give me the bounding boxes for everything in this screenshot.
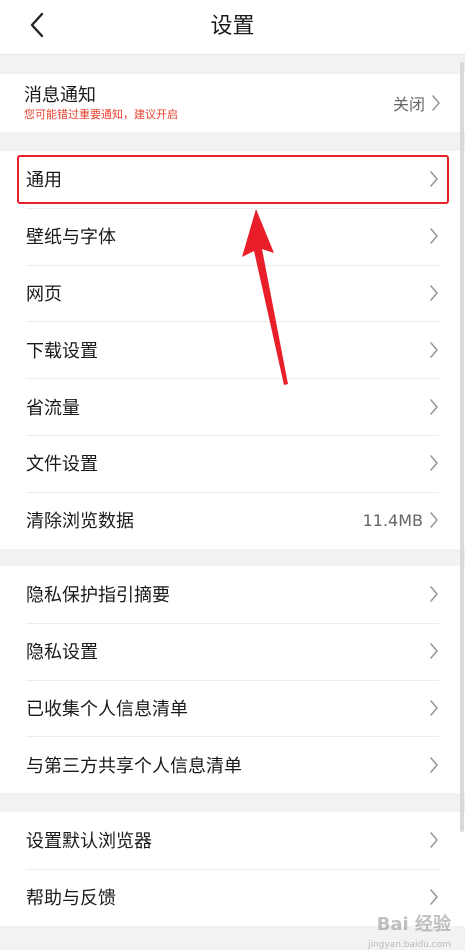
chevron-right-icon — [429, 284, 439, 302]
settings-item-default-browser[interactable]: 设置默认浏览器 — [0, 812, 465, 869]
settings-item-third-party-sharing[interactable]: 与第三方共享个人信息清单 — [0, 736, 465, 793]
settings-item-collected-info[interactable]: 已收集个人信息清单 — [0, 679, 465, 737]
chevron-right-icon — [429, 831, 439, 849]
settings-item-file[interactable]: 文件设置 — [0, 434, 465, 492]
chevron-right-icon — [429, 398, 439, 416]
chevron-right-icon — [429, 642, 439, 660]
notification-warning: 您可能错过重要通知，建议开启 — [24, 107, 178, 121]
settings-item-label: 文件设置 — [26, 454, 98, 476]
chevron-right-icon — [429, 585, 439, 603]
settings-item-label: 与第三方共享个人信息清单 — [26, 755, 242, 777]
chevron-right-icon — [429, 454, 439, 472]
settings-item-label: 下载设置 — [26, 340, 98, 362]
chevron-right-icon — [431, 94, 441, 112]
chevron-right-icon — [429, 227, 439, 245]
settings-item-label: 隐私保护指引摘要 — [26, 585, 170, 607]
settings-item-wallpaper-font[interactable]: 壁纸与字体 — [0, 207, 465, 265]
settings-item-download[interactable]: 下载设置 — [0, 321, 465, 378]
cache-size: 11.4MB — [362, 510, 423, 530]
chevron-right-icon — [429, 756, 439, 774]
settings-item-privacy[interactable]: 隐私设置 — [0, 622, 465, 680]
annotation-arrow-icon — [240, 205, 300, 394]
watermark-url: jingyan.baidu.com — [367, 940, 451, 950]
settings-item-label: 壁纸与字体 — [26, 227, 116, 249]
notification-status: 关闭 — [392, 95, 425, 114]
chevron-right-icon — [429, 511, 439, 529]
settings-item-data-saver[interactable]: 省流量 — [0, 378, 465, 435]
watermark: Bai 经验 — [376, 914, 451, 935]
chevron-right-icon — [429, 341, 439, 359]
settings-item-general[interactable]: 通用 — [0, 151, 465, 208]
notification-setting-row[interactable]: 消息通知 您可能错过重要通知，建议开启 关闭 — [0, 74, 465, 132]
chevron-right-icon — [429, 888, 439, 906]
chevron-right-icon — [429, 170, 439, 188]
chevron-right-icon — [429, 699, 439, 717]
scrollbar[interactable] — [460, 62, 464, 832]
general-settings-group: 通用 壁纸与字体 网页 下载设置 省流量 文件设置 清除浏览数据 11.4MB — [0, 151, 465, 549]
page-title: 设置 — [210, 14, 255, 39]
settings-item-label: 帮助与反馈 — [26, 888, 116, 910]
privacy-settings-group: 隐私保护指引摘要 隐私设置 已收集个人信息清单 与第三方共享个人信息清单 — [0, 566, 465, 794]
notification-label: 消息通知 — [24, 84, 96, 106]
settings-item-label: 设置默认浏览器 — [26, 831, 152, 853]
settings-item-label: 隐私设置 — [26, 642, 98, 664]
settings-item-label: 清除浏览数据 — [26, 511, 134, 533]
settings-item-clear-data[interactable]: 清除浏览数据 11.4MB — [0, 491, 465, 549]
top-bar: 设置 — [0, 0, 465, 55]
settings-item-privacy-summary[interactable]: 隐私保护指引摘要 — [0, 566, 465, 623]
settings-item-label: 已收集个人信息清单 — [26, 698, 188, 720]
settings-item-webpage[interactable]: 网页 — [0, 264, 465, 322]
settings-item-label: 通用 — [26, 170, 62, 192]
notification-group: 消息通知 您可能错过重要通知，建议开启 关闭 — [0, 74, 465, 132]
settings-item-label: 省流量 — [26, 397, 80, 419]
settings-item-label: 网页 — [26, 283, 62, 305]
other-settings-group: 设置默认浏览器 帮助与反馈 — [0, 812, 465, 926]
